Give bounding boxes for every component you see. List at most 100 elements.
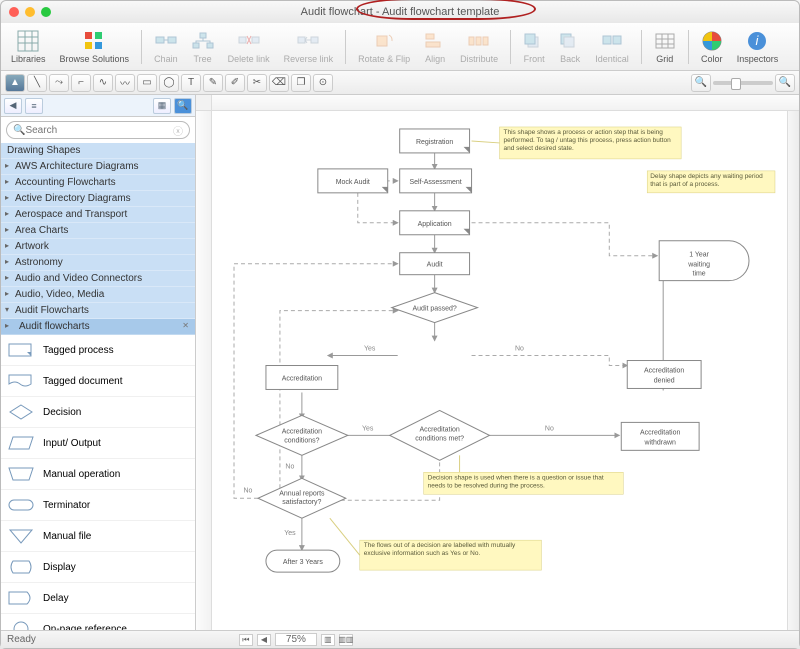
sidebar-search-toggle[interactable]: 🔍 (174, 98, 192, 114)
node-wait[interactable]: 1 Yearwaitingtime (659, 241, 749, 281)
identical-button[interactable]: Identical (595, 30, 629, 64)
shape-manual-operation[interactable]: Manual operation (1, 459, 195, 490)
libraries-button[interactable]: Libraries (11, 30, 46, 64)
svg-text:Audit: Audit (427, 262, 443, 269)
shape-tagged-document[interactable]: Tagged document (1, 366, 195, 397)
note-process: This shape shows a process or action ste… (472, 127, 682, 159)
back-button[interactable]: Back (559, 30, 581, 64)
angle-connector-tool[interactable]: ⌐ (71, 74, 91, 92)
category-item[interactable]: Astronomy (1, 255, 195, 271)
node-application[interactable]: Application (400, 211, 470, 235)
chain-icon (155, 30, 177, 52)
delete-link-button[interactable]: Delete link (228, 30, 270, 64)
ruler-horizontal[interactable] (212, 95, 799, 111)
category-item[interactable]: Active Directory Diagrams (1, 191, 195, 207)
zoom-out-button[interactable]: 🔍 (691, 74, 711, 92)
sidebar-grid-view[interactable]: ▦ (153, 98, 171, 114)
page-tabs-button[interactable]: ▥▥ (339, 634, 353, 646)
category-item[interactable]: Area Charts (1, 223, 195, 239)
category-item[interactable]: Artwork (1, 239, 195, 255)
drawing-canvas[interactable]: Yes No Yes No No (212, 111, 787, 630)
front-button[interactable]: Front (523, 30, 545, 64)
category-item[interactable]: Audio, Video, Media (1, 287, 195, 303)
node-audit[interactable]: Audit (400, 253, 470, 275)
spline-tool[interactable]: 〰 (115, 74, 135, 92)
eyedropper-tool[interactable]: ✐ (225, 74, 245, 92)
color-button[interactable]: Color (701, 30, 723, 64)
connector-tool[interactable]: ⤳ (49, 74, 69, 92)
crop-tool[interactable]: ✂ (247, 74, 267, 92)
display-icon (7, 557, 35, 577)
node-conditions-met[interactable]: Accreditationconditions met? (390, 410, 490, 460)
category-item[interactable]: AWS Architecture Diagrams (1, 159, 195, 175)
align-button[interactable]: Align (424, 30, 446, 64)
search-input[interactable]: 🔍 ⓧ (6, 121, 190, 139)
node-accreditation[interactable]: Accreditation (266, 366, 338, 390)
manual-file-icon (7, 526, 35, 546)
category-item[interactable]: Aerospace and Transport (1, 207, 195, 223)
pointer-tool[interactable]: ▲ (5, 74, 25, 92)
rect-tool[interactable]: ▭ (137, 74, 157, 92)
category-item[interactable]: Audit Flowcharts (1, 303, 195, 319)
grid-button[interactable]: Grid (654, 30, 676, 64)
page-add-button[interactable]: ▥ (321, 634, 335, 646)
category-item[interactable]: Audio and Video Connectors (1, 271, 195, 287)
text-tool[interactable]: T (181, 74, 201, 92)
shape-on-page-ref[interactable]: On-page reference (1, 614, 195, 630)
node-accr-conditions[interactable]: Accreditationconditions? (256, 415, 348, 455)
page-prev-button[interactable]: ◀ (257, 634, 271, 646)
magnet-tool[interactable]: ⊙ (313, 74, 333, 92)
node-reports[interactable]: Annual reportssatisfactory? (258, 478, 346, 518)
eraser-tool[interactable]: ⌫ (269, 74, 289, 92)
main-toolbar: Libraries Browse Solutions Chain Tree De… (1, 23, 799, 71)
shape-decision[interactable]: Decision (1, 397, 195, 428)
sidebar-mode-1[interactable]: ≡ (25, 98, 43, 114)
chain-button[interactable]: Chain (154, 30, 178, 64)
distribute-button[interactable]: Distribute (460, 30, 498, 64)
input-output-icon (7, 433, 35, 453)
node-audit-passed[interactable]: Audit passed? (392, 293, 478, 323)
node-denied[interactable]: Accreditationdenied (627, 361, 701, 389)
search-field[interactable] (25, 125, 173, 136)
window-title: Audit flowchart - Audit flowchart templa… (1, 6, 799, 18)
shape-tagged-process[interactable]: Tagged process (1, 335, 195, 366)
stamp-tool[interactable]: ❐ (291, 74, 311, 92)
delay-icon (7, 588, 35, 608)
ruler-vertical[interactable] (196, 111, 212, 630)
node-mock-audit[interactable]: Mock Audit (318, 169, 388, 193)
zoom-slider[interactable] (713, 81, 773, 85)
back-icon (559, 30, 581, 52)
line-tool[interactable]: ╲ (27, 74, 47, 92)
category-item[interactable]: Accounting Flowcharts (1, 175, 195, 191)
node-registration[interactable]: Registration (400, 129, 470, 153)
shape-palette: Tagged process Tagged document Decision … (1, 335, 195, 630)
reverse-link-button[interactable]: Reverse link (284, 30, 334, 64)
rotate-flip-button[interactable]: Rotate & Flip (358, 30, 410, 64)
browse-solutions-button[interactable]: Browse Solutions (60, 30, 130, 64)
node-withdrawn[interactable]: Accreditationwithdrawn (621, 422, 699, 450)
node-after-3-years[interactable]: After 3 Years (266, 550, 340, 572)
node-self-assessment[interactable]: Self-Assessment (400, 169, 472, 193)
shape-terminator[interactable]: Terminator (1, 490, 195, 521)
curve-connector-tool[interactable]: ∿ (93, 74, 113, 92)
clear-search-icon[interactable]: ⓧ (173, 123, 183, 138)
shape-input-output[interactable]: Input/ Output (1, 428, 195, 459)
shape-manual-file[interactable]: Manual file (1, 521, 195, 552)
zoom-in-button[interactable]: 🔍 (775, 74, 795, 92)
ellipse-tool[interactable]: ◯ (159, 74, 179, 92)
note-flows: The flows out of a decision are labelled… (330, 518, 542, 570)
tree-button[interactable]: Tree (192, 30, 214, 64)
category-selected[interactable]: Audit flowcharts (1, 319, 195, 335)
page-first-button[interactable]: ⏮ (239, 634, 253, 646)
pencil-tool[interactable]: ✎ (203, 74, 223, 92)
inspectors-button[interactable]: iInspectors (737, 30, 779, 64)
svg-text:Yes: Yes (284, 530, 296, 537)
sidebar-collapse-button[interactable]: ◀ (4, 98, 22, 114)
shape-delay[interactable]: Delay (1, 583, 195, 614)
shape-display[interactable]: Display (1, 552, 195, 583)
search-icon: 🔍 (13, 125, 25, 136)
on-page-ref-icon (7, 619, 35, 630)
identical-icon (601, 30, 623, 52)
zoom-value[interactable]: 75% (275, 633, 317, 646)
note-delay: Delay shape depicts any waiting period t… (647, 171, 775, 193)
